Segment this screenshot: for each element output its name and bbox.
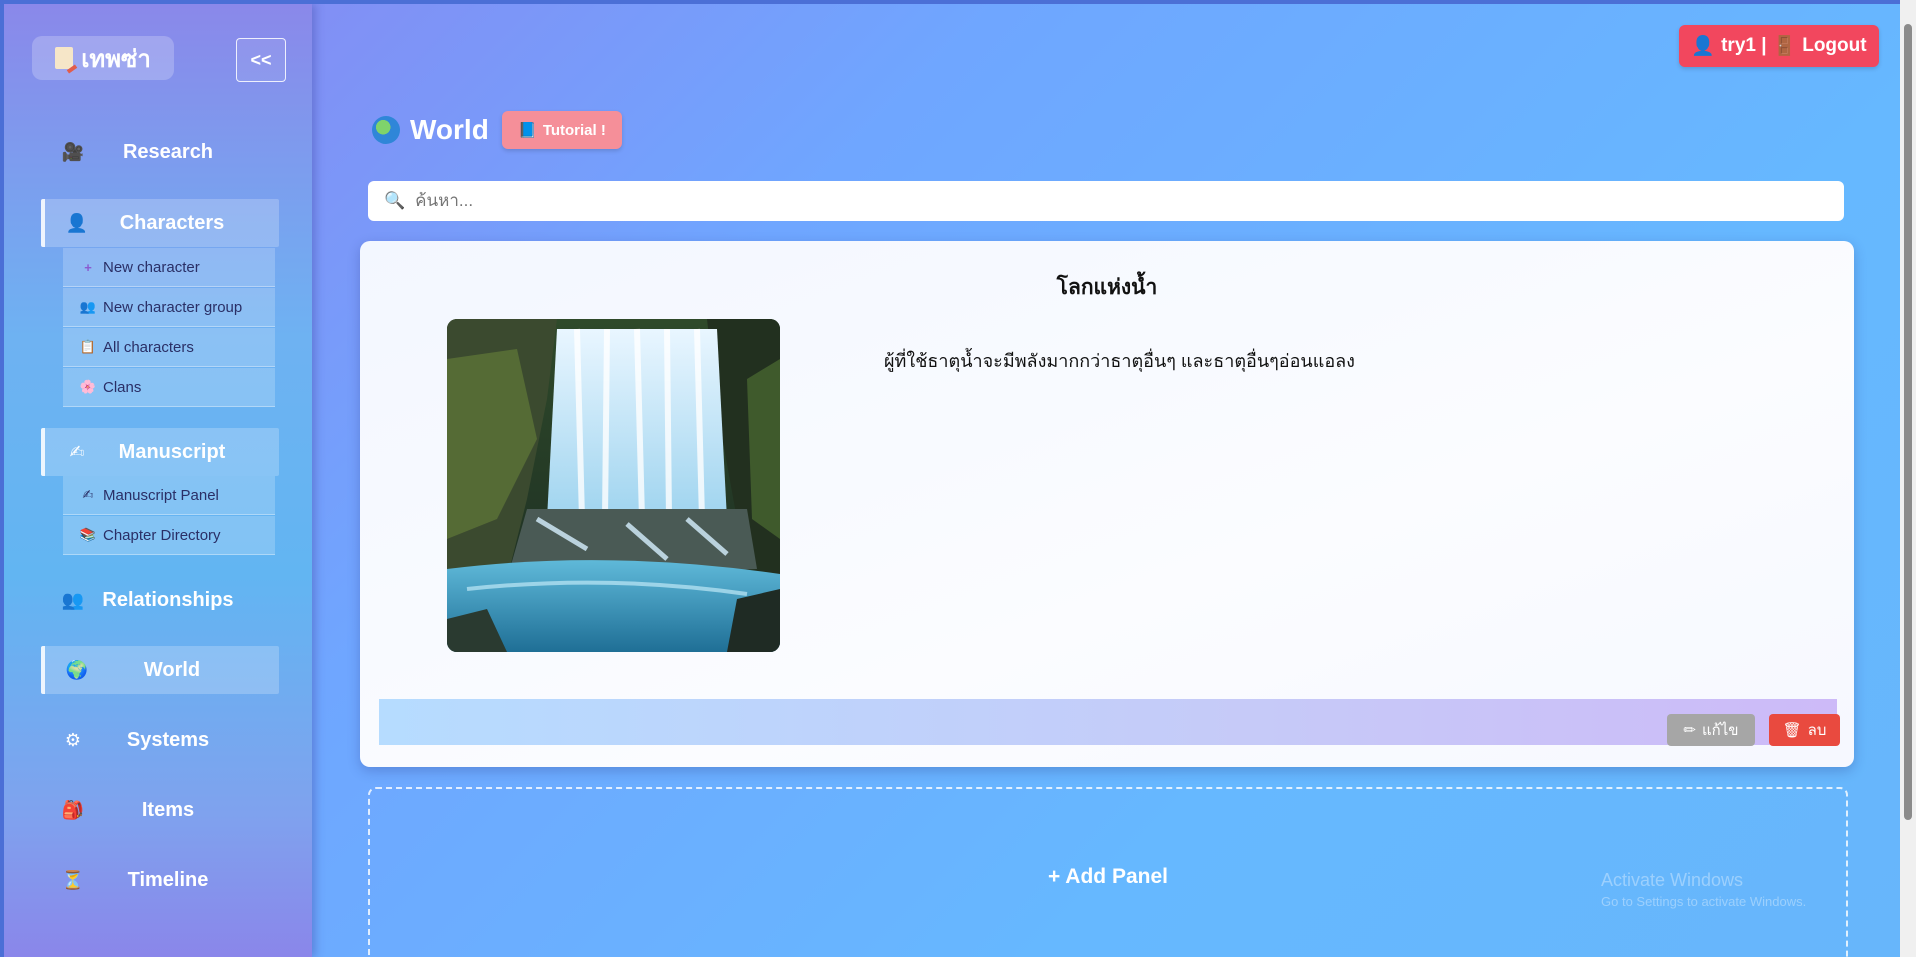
flower-icon: 🌸 bbox=[79, 379, 97, 394]
trash-icon: 🗑 bbox=[1782, 722, 1802, 739]
writing-hand-icon: ✍ bbox=[82, 487, 94, 502]
delete-label: ลบ bbox=[1807, 722, 1827, 739]
sidebar-item-world[interactable]: 🌍 World bbox=[41, 646, 279, 694]
sidebar-item-relationships[interactable]: 👥 Relationships bbox=[41, 576, 275, 624]
vertical-scrollbar[interactable] bbox=[1900, 0, 1916, 957]
sidebar-subitem-manuscript-panel[interactable]: ✍ Manuscript Panel bbox=[63, 476, 275, 515]
collapse-sidebar-button[interactable]: << bbox=[236, 38, 286, 82]
globe-icon bbox=[372, 116, 400, 144]
plus-icon: + bbox=[84, 259, 92, 275]
logout-label: Logout bbox=[1802, 35, 1867, 56]
person-icon: 👤 bbox=[1691, 36, 1716, 57]
clipboard-icon: 📋 bbox=[79, 339, 97, 354]
writing-hand-icon: ✍ bbox=[69, 441, 85, 462]
memo-icon bbox=[55, 47, 74, 69]
edit-button[interactable]: ✏ แก้ไข bbox=[1667, 714, 1755, 746]
globe-icon: 🌍 bbox=[65, 659, 89, 680]
delete-button[interactable]: 🗑 ลบ bbox=[1769, 714, 1840, 746]
book-icon: 📘 bbox=[518, 122, 537, 139]
sidebar-item-label: Research bbox=[122, 140, 214, 163]
world-panel: โลกแห่งน้ำ ผู้ที่ใช้ธาตุน้ำจะมีพลังมากกว… bbox=[360, 241, 1854, 767]
door-icon: 🚪 bbox=[1772, 36, 1797, 57]
pencil-icon: ✏ bbox=[1683, 722, 1696, 739]
sidebar-item-label: Timeline bbox=[127, 868, 209, 891]
sidebar-item-characters[interactable]: 👤 Characters bbox=[41, 199, 279, 247]
sidebar-subitem-new-character-group[interactable]: 👥 New character group bbox=[63, 288, 275, 327]
sidebar-item-label: Manuscript bbox=[118, 440, 226, 463]
sidebar-item-label: Systems bbox=[126, 728, 210, 751]
sidebar-item-label: Relationships bbox=[102, 588, 234, 611]
sidebar-subitem-label: All characters bbox=[103, 338, 194, 356]
watermark-subtitle: Go to Settings to activate Windows. bbox=[1601, 894, 1807, 909]
sidebar-subitem-label: Manuscript Panel bbox=[103, 486, 219, 504]
group-icon: 👥 bbox=[79, 299, 97, 314]
panel-description: ผู้ที่ใช้ธาตุน้ำจะมีพลังมากกว่าธาตุอื่นๆ… bbox=[884, 351, 1355, 371]
sidebar-subitem-all-characters[interactable]: 📋 All characters bbox=[63, 328, 275, 367]
sidebar-item-research[interactable]: 🎥 Research bbox=[41, 128, 275, 176]
activate-windows-watermark: Activate Windows Go to Settings to activ… bbox=[1601, 869, 1806, 913]
camera-icon: 🎥 bbox=[61, 141, 85, 162]
logout-button[interactable]: 👤 try1 | 🚪 Logout bbox=[1679, 25, 1879, 67]
sidebar-item-manuscript[interactable]: ✍ Manuscript bbox=[41, 428, 279, 476]
watermark-title: Activate Windows bbox=[1601, 870, 1744, 890]
sidebar-item-label: World bbox=[143, 658, 201, 681]
books-icon: 📚 bbox=[79, 527, 97, 542]
sidebar-subitem-clans[interactable]: 🌸 Clans bbox=[63, 368, 275, 407]
people-icon: 👥 bbox=[61, 589, 85, 610]
user-label: try1 | bbox=[1721, 35, 1767, 56]
app-window: เทพซ่า << 🎥 Research 👤 Characters + New … bbox=[4, 4, 1904, 957]
sidebar-subitem-label: Chapter Directory bbox=[103, 526, 221, 544]
waterfall-image bbox=[447, 319, 780, 652]
page-title-text: World bbox=[410, 114, 489, 145]
sidebar-subitem-label: New character bbox=[103, 258, 200, 276]
sidebar-item-timeline[interactable]: ⏳ Timeline bbox=[41, 856, 275, 904]
hourglass-icon: ⏳ bbox=[61, 869, 85, 890]
search-input[interactable] bbox=[413, 190, 1844, 212]
sidebar-subitem-chapter-directory[interactable]: 📚 Chapter Directory bbox=[63, 516, 275, 555]
search-bar: 🔍 bbox=[368, 181, 1844, 221]
sidebar-subitem-label: New character group bbox=[103, 298, 243, 316]
sidebar-item-items[interactable]: 🎒 Items bbox=[41, 786, 275, 834]
edit-label: แก้ไข bbox=[1702, 722, 1739, 739]
tutorial-button[interactable]: 📘 Tutorial ! bbox=[502, 111, 622, 149]
scrollbar-thumb[interactable] bbox=[1904, 24, 1912, 820]
gear-icon: ⚙ bbox=[64, 729, 82, 750]
bag-icon: 🎒 bbox=[61, 799, 85, 820]
panel-image-waterfall bbox=[447, 319, 780, 652]
tutorial-label: Tutorial ! bbox=[542, 121, 606, 139]
sidebar-subitem-label: Clans bbox=[103, 378, 142, 396]
sidebar-item-systems[interactable]: ⚙ Systems bbox=[41, 716, 275, 764]
sidebar: เทพซ่า << 🎥 Research 👤 Characters + New … bbox=[4, 4, 312, 957]
sidebar-item-label: Characters bbox=[119, 211, 225, 234]
page-title: World bbox=[372, 112, 489, 148]
person-icon: 👤 bbox=[65, 212, 89, 233]
panel-title: โลกแห่งน้ำ bbox=[1056, 276, 1158, 299]
app-logo[interactable]: เทพซ่า bbox=[32, 36, 174, 80]
search-icon: 🔍 bbox=[384, 191, 406, 210]
panel-footer bbox=[379, 699, 1837, 745]
app-logo-text: เทพซ่า bbox=[81, 45, 151, 73]
sidebar-item-label: Items bbox=[141, 798, 195, 821]
sidebar-subitem-new-character[interactable]: + New character bbox=[63, 248, 275, 287]
